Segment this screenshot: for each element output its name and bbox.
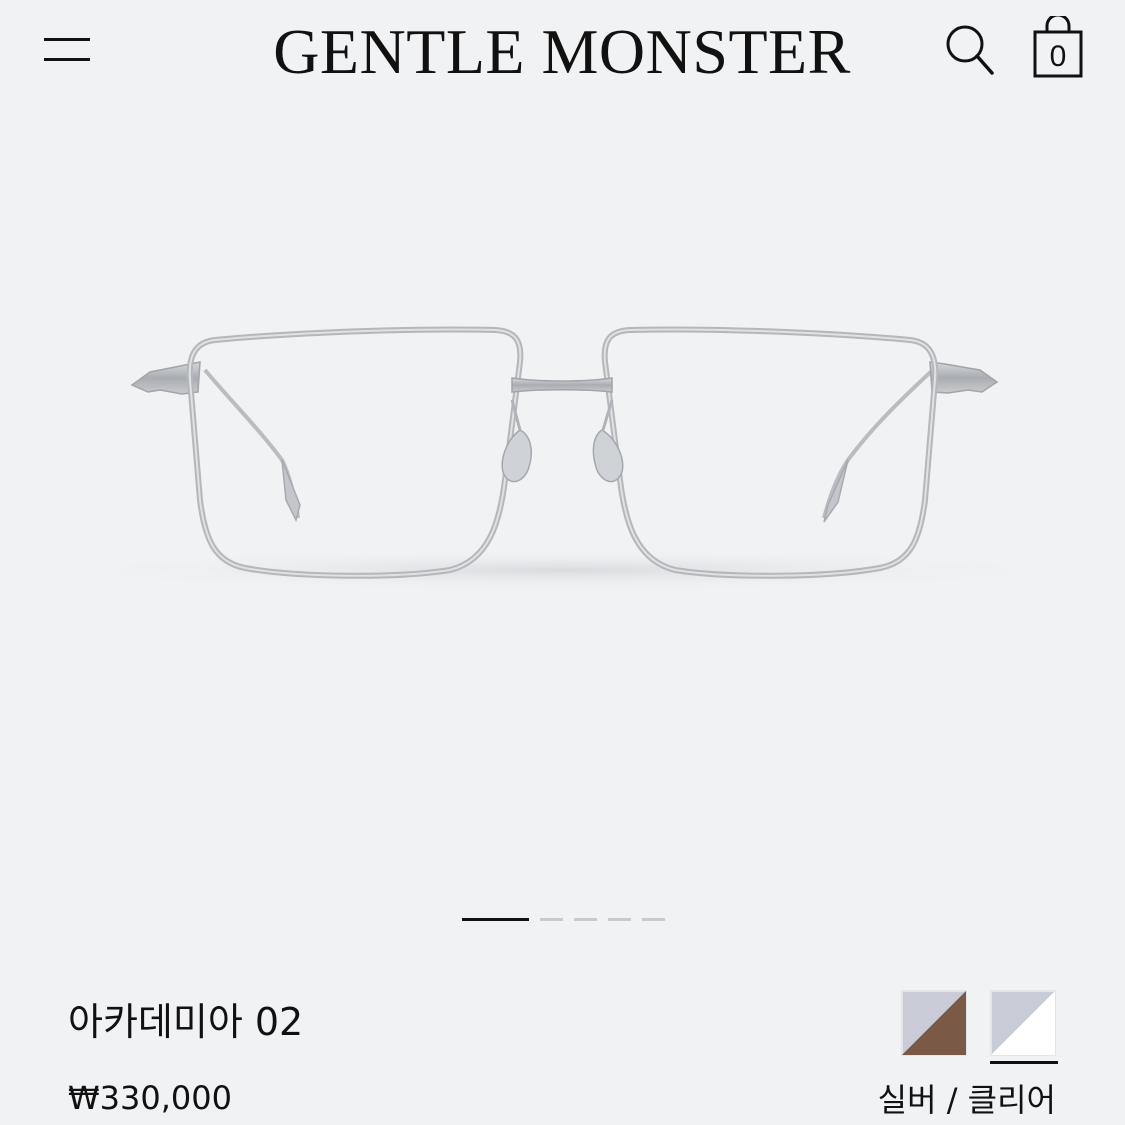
- left-temple-tip: [281, 459, 301, 523]
- left-nose-pad: [501, 429, 532, 483]
- color-name: 실버 / 클리어: [877, 1081, 1056, 1119]
- shopping-bag-icon[interactable]: 0: [1030, 13, 1086, 80]
- frame-bridge: [511, 377, 613, 393]
- pager-dot-5[interactable]: [642, 918, 665, 921]
- product-image[interactable]: [0, 100, 1125, 900]
- pager-dot-3[interactable]: [574, 918, 597, 921]
- menu-line: [44, 58, 90, 61]
- color-swatch-silver-clear[interactable]: [990, 990, 1056, 1056]
- pager-dot-4[interactable]: [608, 918, 631, 921]
- right-hinge: [929, 361, 999, 394]
- hamburger-menu-icon[interactable]: [44, 36, 92, 66]
- search-icon[interactable]: [944, 24, 996, 76]
- frame-shadow: [22, 548, 1102, 592]
- site-header: GENTLE MONSTER 0: [0, 0, 1125, 100]
- menu-line: [44, 38, 90, 41]
- cart-count: 0: [1049, 40, 1067, 73]
- right-temple-arm: [822, 366, 937, 519]
- product-page: GENTLE MONSTER 0 아카데미아 02 ₩330,000 실버 / …: [0, 0, 1125, 1125]
- product-price: ₩330,000: [68, 1079, 232, 1117]
- pager-dot-1[interactable]: [462, 918, 529, 921]
- color-swatch-silver-brown[interactable]: [901, 990, 967, 1056]
- selected-swatch-indicator: [990, 1061, 1058, 1064]
- pager-dot-2[interactable]: [540, 918, 563, 921]
- right-nose-pad: [592, 429, 624, 483]
- right-lens-rim: [601, 326, 939, 579]
- image-pager: [462, 918, 665, 922]
- left-lens-rim: [186, 326, 524, 579]
- brand-logo[interactable]: GENTLE MONSTER: [262, 12, 862, 92]
- left-temple-arm: [203, 368, 300, 519]
- right-temple-tip: [823, 459, 849, 523]
- product-name: 아카데미아 02: [68, 1000, 304, 1044]
